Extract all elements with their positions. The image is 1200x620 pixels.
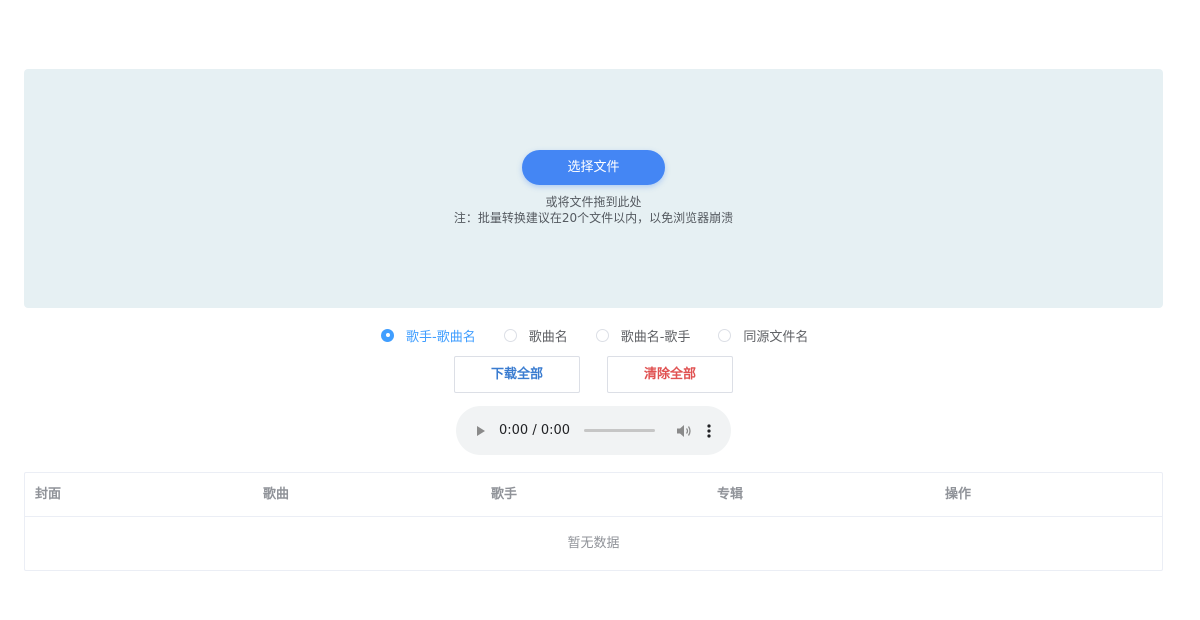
more-icon[interactable]	[707, 423, 711, 438]
radio-unchecked-icon	[718, 328, 732, 342]
radio-unchecked-icon	[595, 328, 609, 342]
radio-source-filename[interactable]: 同源文件名	[718, 326, 808, 345]
song-table: 封面 歌曲 歌手 专辑 操作 暂无数据	[24, 472, 1163, 571]
clear-all-button[interactable]: 清除全部	[607, 356, 733, 393]
column-header-song: 歌曲	[263, 487, 290, 502]
drag-hint: 或将文件拖到此处	[545, 195, 642, 209]
radio-song[interactable]: 歌曲名	[503, 326, 568, 345]
column-header-artist: 歌手	[491, 487, 518, 502]
play-icon[interactable]	[477, 425, 485, 436]
column-header-action: 操作	[945, 487, 972, 502]
select-file-button[interactable]: 选择文件	[522, 150, 665, 185]
audio-progress-bar[interactable]	[584, 429, 656, 432]
column-header-cover: 封面	[35, 487, 62, 502]
radio-label: 歌曲名	[528, 329, 568, 345]
radio-label: 歌手-歌曲名	[406, 329, 476, 345]
naming-format-radio-group: 歌手-歌曲名 歌曲名 歌曲名-歌手 同源文件名	[381, 326, 808, 345]
audio-time: 0:00 / 0:00	[499, 423, 571, 438]
audio-player: 0:00 / 0:00	[456, 406, 731, 455]
download-all-button[interactable]: 下载全部	[454, 356, 580, 393]
radio-label: 歌曲名-歌手	[620, 329, 691, 345]
column-header-album: 专辑	[717, 487, 744, 502]
radio-artist-song[interactable]: 歌手-歌曲名	[381, 326, 476, 345]
volume-icon[interactable]	[676, 424, 692, 438]
radio-unchecked-icon	[503, 328, 517, 342]
radio-label: 同源文件名	[743, 329, 809, 345]
radio-checked-icon	[381, 328, 394, 342]
table-header: 封面 歌曲 歌手 专辑 操作	[25, 473, 1162, 517]
radio-song-artist[interactable]: 歌曲名-歌手	[595, 326, 691, 345]
empty-state-text: 暂无数据	[567, 536, 620, 551]
batch-note: 注：批量转换建议在20个文件以内，以免浏览器崩溃	[453, 211, 734, 225]
page: 选择文件 或将文件拖到此处 注：批量转换建议在20个文件以内，以免浏览器崩溃 歌…	[0, 0, 1200, 620]
upload-dropzone[interactable]: 选择文件 或将文件拖到此处 注：批量转换建议在20个文件以内，以免浏览器崩溃	[24, 69, 1163, 308]
